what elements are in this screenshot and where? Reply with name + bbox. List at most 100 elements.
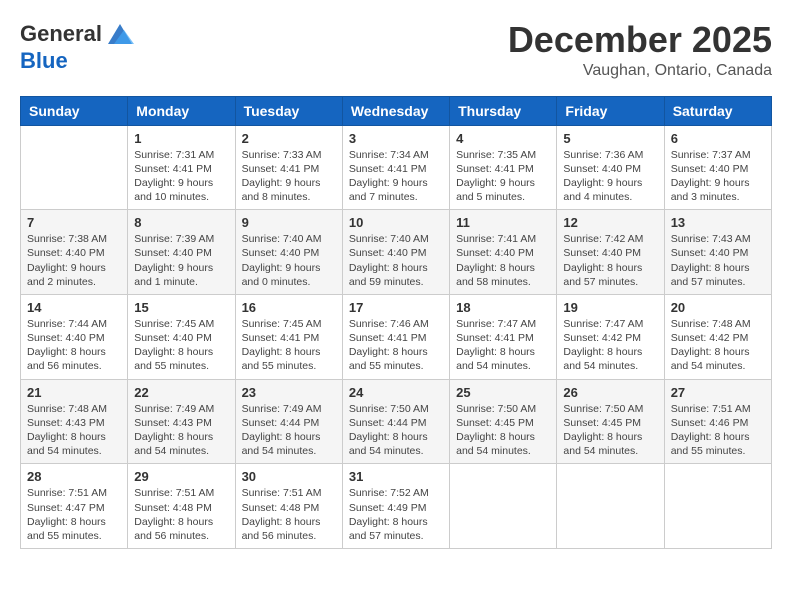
cell-date-number: 22	[134, 385, 228, 400]
cell-info-text: Sunrise: 7:48 AM Sunset: 4:43 PM Dayligh…	[27, 402, 121, 459]
calendar-cell: 21 Sunrise: 7:48 AM Sunset: 4:43 PM Dayli…	[21, 379, 128, 464]
cell-info-text: Sunrise: 7:49 AM Sunset: 4:44 PM Dayligh…	[242, 402, 336, 459]
cell-date-number: 18	[456, 300, 550, 315]
cell-date-number: 26	[563, 385, 657, 400]
day-header: Thursday	[450, 96, 557, 125]
cell-info-text: Sunrise: 7:38 AM Sunset: 4:40 PM Dayligh…	[27, 232, 121, 289]
cell-date-number: 17	[349, 300, 443, 315]
calendar-cell: 22 Sunrise: 7:49 AM Sunset: 4:43 PM Dayli…	[128, 379, 235, 464]
day-header: Sunday	[21, 96, 128, 125]
cell-date-number: 1	[134, 131, 228, 146]
calendar-cell: 26Sunrise: 7:50 AM Sunset: 4:45 PM Dayli…	[557, 379, 664, 464]
cell-info-text: Sunrise: 7:41 AM Sunset: 4:40 PM Dayligh…	[456, 232, 550, 289]
cell-info-text: Sunrise: 7:36 AM Sunset: 4:40 PM Dayligh…	[563, 148, 657, 205]
cell-info-text: Sunrise: 7:34 AM Sunset: 4:41 PM Dayligh…	[349, 148, 443, 205]
cell-date-number: 24	[349, 385, 443, 400]
calendar-cell: 19Sunrise: 7:47 AM Sunset: 4:42 PM Dayli…	[557, 294, 664, 379]
calendar-week-row: 1 Sunrise: 7:31 AM Sunset: 4:41 PM Daylig…	[21, 125, 772, 210]
cell-info-text: Sunrise: 7:35 AM Sunset: 4:41 PM Dayligh…	[456, 148, 550, 205]
logo-icon	[104, 20, 136, 48]
calendar-cell: 9 Sunrise: 7:40 AM Sunset: 4:40 PM Daylig…	[235, 210, 342, 295]
cell-info-text: Sunrise: 7:31 AM Sunset: 4:41 PM Dayligh…	[134, 148, 228, 205]
cell-info-text: Sunrise: 7:48 AM Sunset: 4:42 PM Dayligh…	[671, 317, 765, 374]
calendar-cell: 25Sunrise: 7:50 AM Sunset: 4:45 PM Dayli…	[450, 379, 557, 464]
cell-date-number: 31	[349, 469, 443, 484]
cell-date-number: 9	[242, 215, 336, 230]
cell-info-text: Sunrise: 7:39 AM Sunset: 4:40 PM Dayligh…	[134, 232, 228, 289]
cell-date-number: 30	[242, 469, 336, 484]
cell-date-number: 10	[349, 215, 443, 230]
cell-info-text: Sunrise: 7:47 AM Sunset: 4:42 PM Dayligh…	[563, 317, 657, 374]
calendar-week-row: 21 Sunrise: 7:48 AM Sunset: 4:43 PM Dayli…	[21, 379, 772, 464]
calendar-week-row: 14 Sunrise: 7:44 AM Sunset: 4:40 PM Dayli…	[21, 294, 772, 379]
calendar-cell: 7 Sunrise: 7:38 AM Sunset: 4:40 PM Daylig…	[21, 210, 128, 295]
cell-info-text: Sunrise: 7:40 AM Sunset: 4:40 PM Dayligh…	[242, 232, 336, 289]
calendar-cell	[450, 464, 557, 549]
calendar-cell: 17 Sunrise: 7:46 AM Sunset: 4:41 PM Dayli…	[342, 294, 449, 379]
calendar-cell: 30 Sunrise: 7:51 AM Sunset: 4:48 PM Dayli…	[235, 464, 342, 549]
cell-info-text: Sunrise: 7:44 AM Sunset: 4:40 PM Dayligh…	[27, 317, 121, 374]
cell-date-number: 25	[456, 385, 550, 400]
cell-date-number: 12	[563, 215, 657, 230]
cell-date-number: 4	[456, 131, 550, 146]
cell-info-text: Sunrise: 7:51 AM Sunset: 4:48 PM Dayligh…	[242, 486, 336, 543]
cell-info-text: Sunrise: 7:52 AM Sunset: 4:49 PM Dayligh…	[349, 486, 443, 543]
calendar-cell: 2Sunrise: 7:33 AM Sunset: 4:41 PM Daylig…	[235, 125, 342, 210]
cell-info-text: Sunrise: 7:49 AM Sunset: 4:43 PM Dayligh…	[134, 402, 228, 459]
calendar-cell: 14 Sunrise: 7:44 AM Sunset: 4:40 PM Dayli…	[21, 294, 128, 379]
cell-date-number: 27	[671, 385, 765, 400]
cell-date-number: 14	[27, 300, 121, 315]
calendar-cell: 6Sunrise: 7:37 AM Sunset: 4:40 PM Daylig…	[664, 125, 771, 210]
calendar-cell: 10 Sunrise: 7:40 AM Sunset: 4:40 PM Dayli…	[342, 210, 449, 295]
calendar-cell: 4 Sunrise: 7:35 AM Sunset: 4:41 PM Daylig…	[450, 125, 557, 210]
cell-date-number: 3	[349, 131, 443, 146]
cell-date-number: 7	[27, 215, 121, 230]
logo: General Blue	[20, 20, 136, 74]
calendar-cell: 8 Sunrise: 7:39 AM Sunset: 4:40 PM Daylig…	[128, 210, 235, 295]
calendar-cell	[557, 464, 664, 549]
cell-date-number: 8	[134, 215, 228, 230]
calendar-cell: 23Sunrise: 7:49 AM Sunset: 4:44 PM Dayli…	[235, 379, 342, 464]
calendar-week-row: 7 Sunrise: 7:38 AM Sunset: 4:40 PM Daylig…	[21, 210, 772, 295]
cell-info-text: Sunrise: 7:40 AM Sunset: 4:40 PM Dayligh…	[349, 232, 443, 289]
calendar: SundayMondayTuesdayWednesdayThursdayFrid…	[20, 96, 772, 549]
cell-info-text: Sunrise: 7:37 AM Sunset: 4:40 PM Dayligh…	[671, 148, 765, 205]
calendar-cell	[664, 464, 771, 549]
cell-date-number: 2	[242, 131, 336, 146]
calendar-cell: 24 Sunrise: 7:50 AM Sunset: 4:44 PM Dayli…	[342, 379, 449, 464]
calendar-week-row: 28 Sunrise: 7:51 AM Sunset: 4:47 PM Dayli…	[21, 464, 772, 549]
calendar-cell: 13Sunrise: 7:43 AM Sunset: 4:40 PM Dayli…	[664, 210, 771, 295]
calendar-cell	[21, 125, 128, 210]
calendar-cell: 20Sunrise: 7:48 AM Sunset: 4:42 PM Dayli…	[664, 294, 771, 379]
calendar-cell: 29 Sunrise: 7:51 AM Sunset: 4:48 PM Dayli…	[128, 464, 235, 549]
day-header: Wednesday	[342, 96, 449, 125]
calendar-cell: 5Sunrise: 7:36 AM Sunset: 4:40 PM Daylig…	[557, 125, 664, 210]
cell-date-number: 16	[242, 300, 336, 315]
cell-date-number: 15	[134, 300, 228, 315]
cell-date-number: 28	[27, 469, 121, 484]
cell-date-number: 11	[456, 215, 550, 230]
calendar-cell: 18 Sunrise: 7:47 AM Sunset: 4:41 PM Dayli…	[450, 294, 557, 379]
cell-info-text: Sunrise: 7:46 AM Sunset: 4:41 PM Dayligh…	[349, 317, 443, 374]
calendar-body: 1 Sunrise: 7:31 AM Sunset: 4:41 PM Daylig…	[21, 125, 772, 548]
month-title: December 2025	[508, 20, 772, 60]
calendar-cell: 31 Sunrise: 7:52 AM Sunset: 4:49 PM Dayli…	[342, 464, 449, 549]
day-header: Tuesday	[235, 96, 342, 125]
location-title: Vaughan, Ontario, Canada	[508, 62, 772, 80]
cell-date-number: 21	[27, 385, 121, 400]
calendar-cell: 1 Sunrise: 7:31 AM Sunset: 4:41 PM Daylig…	[128, 125, 235, 210]
calendar-cell: 3 Sunrise: 7:34 AM Sunset: 4:41 PM Daylig…	[342, 125, 449, 210]
cell-date-number: 29	[134, 469, 228, 484]
logo-blue-text: Blue	[20, 48, 68, 73]
day-header: Saturday	[664, 96, 771, 125]
title-area: December 2025 Vaughan, Ontario, Canada	[508, 20, 772, 80]
cell-info-text: Sunrise: 7:51 AM Sunset: 4:47 PM Dayligh…	[27, 486, 121, 543]
cell-info-text: Sunrise: 7:45 AM Sunset: 4:41 PM Dayligh…	[242, 317, 336, 374]
cell-date-number: 13	[671, 215, 765, 230]
calendar-cell: 11 Sunrise: 7:41 AM Sunset: 4:40 PM Dayli…	[450, 210, 557, 295]
cell-info-text: Sunrise: 7:50 AM Sunset: 4:44 PM Dayligh…	[349, 402, 443, 459]
cell-info-text: Sunrise: 7:47 AM Sunset: 4:41 PM Dayligh…	[456, 317, 550, 374]
calendar-cell: 15Sunrise: 7:45 AM Sunset: 4:40 PM Dayli…	[128, 294, 235, 379]
cell-info-text: Sunrise: 7:51 AM Sunset: 4:48 PM Dayligh…	[134, 486, 228, 543]
calendar-header-row: SundayMondayTuesdayWednesdayThursdayFrid…	[21, 96, 772, 125]
